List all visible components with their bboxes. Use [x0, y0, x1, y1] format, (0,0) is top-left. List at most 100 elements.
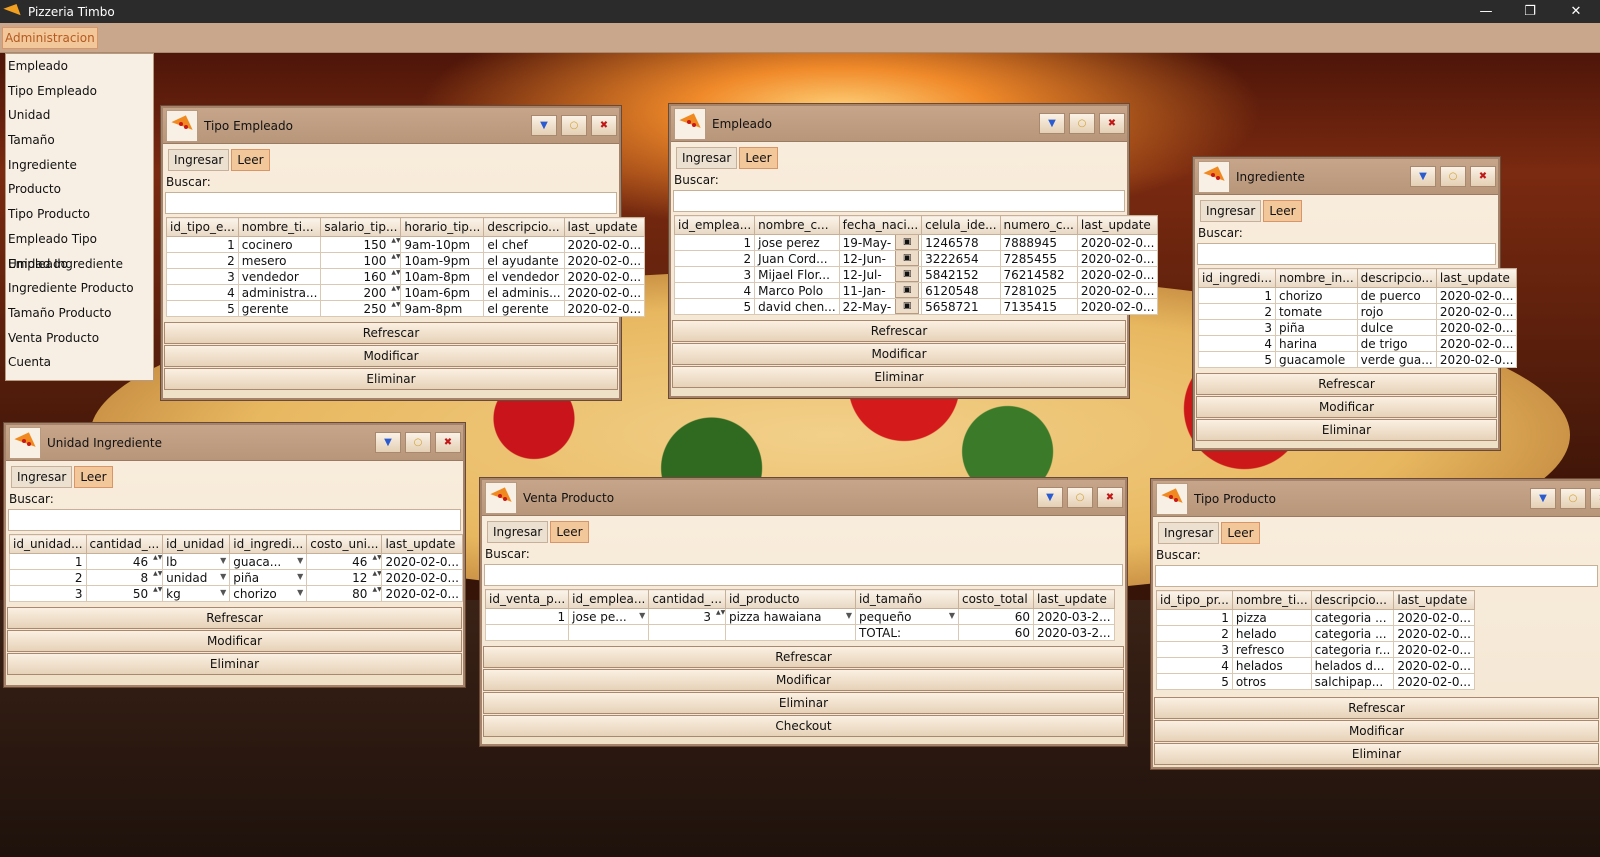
menu-item-unidad[interactable]: Unidad: [6, 103, 153, 128]
cell[interactable]: 10am-6pm: [400, 284, 485, 301]
eliminar-button[interactable]: Eliminar: [7, 653, 462, 675]
data-table[interactable]: id_emplea... nombre_c... fecha_naci... celu…: [673, 215, 1159, 315]
modificar-button[interactable]: Modificar: [7, 630, 462, 652]
maximize-button[interactable]: ○: [405, 432, 431, 453]
cell[interactable]: dulce: [1356, 319, 1437, 336]
menu-item-tipo-producto[interactable]: Tipo Producto: [6, 202, 153, 227]
table-row[interactable]: 350kgchorizo802020-02-0...: [9, 585, 463, 602]
cell[interactable]: 2020-02-0...: [1393, 673, 1475, 690]
search-input[interactable]: [673, 190, 1125, 212]
cell[interactable]: salchipap...: [1310, 673, 1395, 690]
salary-spinner[interactable]: 250: [320, 300, 402, 317]
cell[interactable]: 3: [1156, 641, 1233, 658]
cell[interactable]: 1: [484, 608, 570, 625]
minimize-icon[interactable]: —: [1463, 0, 1509, 23]
search-input[interactable]: [1155, 565, 1598, 587]
maximize-button[interactable]: ○: [1560, 488, 1586, 509]
cell[interactable]: 2: [673, 250, 756, 267]
table-row[interactable]: 1 chorizo de puerco 2020-02-0...: [1198, 287, 1518, 304]
tab-ingresar[interactable]: Ingresar: [1200, 200, 1262, 222]
cell[interactable]: 60: [957, 608, 1034, 625]
ingredient-select[interactable]: piña: [229, 569, 308, 586]
cell[interactable]: el adminis...: [483, 284, 565, 301]
cell[interactable]: 1: [673, 234, 756, 251]
modificar-button[interactable]: Modificar: [672, 343, 1126, 365]
tab-ingresar[interactable]: Ingresar: [676, 147, 738, 169]
close-button[interactable]: ✖: [1099, 113, 1125, 134]
close-button[interactable]: ✖: [591, 115, 617, 136]
iconify-button[interactable]: ▼: [1410, 166, 1436, 187]
eliminar-button[interactable]: Eliminar: [483, 692, 1124, 714]
cell[interactable]: 2: [1198, 303, 1276, 320]
cell[interactable]: Marco Polo: [754, 282, 840, 299]
table-row[interactable]: 3 piña dulce 2020-02-0...: [1198, 319, 1518, 336]
cell[interactable]: 9am-8pm: [400, 300, 485, 317]
eliminar-button[interactable]: Eliminar: [164, 368, 618, 390]
cell[interactable]: 7281025: [999, 282, 1078, 299]
cell[interactable]: refresco: [1231, 641, 1312, 658]
column-header[interactable]: id_unidad...: [9, 534, 87, 554]
quantity-spinner[interactable]: 8: [85, 569, 164, 586]
refrescar-button[interactable]: Refrescar: [7, 607, 462, 629]
tab-ingresar[interactable]: Ingresar: [1158, 522, 1220, 544]
close-button[interactable]: ✖: [435, 432, 461, 453]
cell[interactable]: 1: [166, 236, 239, 253]
maximize-button[interactable]: ○: [1069, 113, 1095, 134]
refrescar-button[interactable]: Refrescar: [1196, 373, 1497, 395]
cell[interactable]: 2020-02-0...: [381, 585, 463, 602]
tab-ingresar[interactable]: Ingresar: [487, 521, 549, 543]
refrescar-button[interactable]: Refrescar: [164, 322, 618, 344]
column-header[interactable]: id_tipo_e...: [166, 217, 239, 237]
column-header[interactable]: last_update: [1393, 590, 1475, 610]
date-picker[interactable]: 12-Jul-: [838, 266, 923, 283]
close-button[interactable]: ✖: [1470, 166, 1496, 187]
table-row[interactable]: 5 guacamole verde gua... 2020-02-0...: [1198, 351, 1518, 368]
cell[interactable]: 10am-8pm: [400, 268, 485, 285]
table-row[interactable]: 2 helado categoria ... 2020-02-0...: [1156, 625, 1475, 642]
close-button[interactable]: ✖: [1097, 487, 1123, 508]
cell[interactable]: 2020-02-0...: [1435, 287, 1518, 304]
menu-item-ingrediente[interactable]: Ingrediente: [6, 153, 153, 178]
cell[interactable]: harina: [1274, 335, 1358, 352]
column-header[interactable]: last_update: [1435, 268, 1518, 288]
ingredient-select[interactable]: chorizo: [229, 585, 308, 602]
cell[interactable]: 2020-02-0...: [1076, 250, 1159, 267]
table-row[interactable]: 5gerente2509am-8pmel gerente2020-02-0...: [166, 300, 646, 317]
column-header[interactable]: numero_c...: [999, 215, 1078, 235]
cell[interactable]: 76214582: [999, 266, 1078, 283]
column-header[interactable]: cantidad_...: [648, 589, 726, 609]
cell[interactable]: 2020-02-0...: [563, 252, 646, 269]
tab-leer[interactable]: Leer: [74, 466, 113, 488]
table-row[interactable]: 4Marco Polo11-Jan-612054872810252020-02-…: [673, 282, 1159, 299]
maximize-button[interactable]: ○: [1440, 166, 1466, 187]
window-header[interactable]: Ingrediente ▼ ○ ✖: [1195, 159, 1498, 195]
cell[interactable]: 3: [673, 266, 756, 283]
cell[interactable]: 2020-03-2...: [1032, 608, 1115, 625]
cell[interactable]: guacamole: [1274, 351, 1358, 368]
table-row[interactable]: 2mesero10010am-9pmel ayudante2020-02-0..…: [166, 252, 646, 269]
cell[interactable]: otros: [1231, 673, 1312, 690]
salary-spinner[interactable]: 100: [320, 252, 402, 269]
iconify-button[interactable]: ▼: [1530, 488, 1556, 509]
cell[interactable]: 7135415: [999, 298, 1078, 315]
menu-item-tipo-empleado[interactable]: Tipo Empleado: [6, 79, 153, 104]
column-header[interactable]: cantidad_...: [85, 534, 164, 554]
size-select[interactable]: pequeño: [854, 608, 959, 625]
menu-item-ingrediente-producto[interactable]: Ingrediente Producto: [6, 276, 153, 301]
column-header[interactable]: last_update: [381, 534, 463, 554]
cell[interactable]: 5: [1156, 673, 1233, 690]
cell[interactable]: categoria r...: [1310, 641, 1395, 658]
data-table[interactable]: id_ingredi... nombre_in... descripcio... la…: [1198, 268, 1518, 368]
iconify-button[interactable]: ▼: [531, 115, 557, 136]
cell[interactable]: 2: [166, 252, 239, 269]
table-row[interactable]: 3 refresco categoria r... 2020-02-0...: [1156, 641, 1475, 658]
cell[interactable]: administra...: [237, 284, 322, 301]
date-picker[interactable]: 19-May-: [838, 234, 923, 251]
column-header[interactable]: id_emplea...: [568, 589, 650, 609]
search-input[interactable]: [8, 509, 461, 531]
modificar-button[interactable]: Modificar: [164, 345, 618, 367]
cell[interactable]: 4: [166, 284, 239, 301]
table-row[interactable]: 2Juan Cord...12-Jun-322265472854552020-0…: [673, 250, 1159, 267]
cell[interactable]: verde gua...: [1356, 351, 1437, 368]
cell[interactable]: 3: [1198, 319, 1276, 336]
